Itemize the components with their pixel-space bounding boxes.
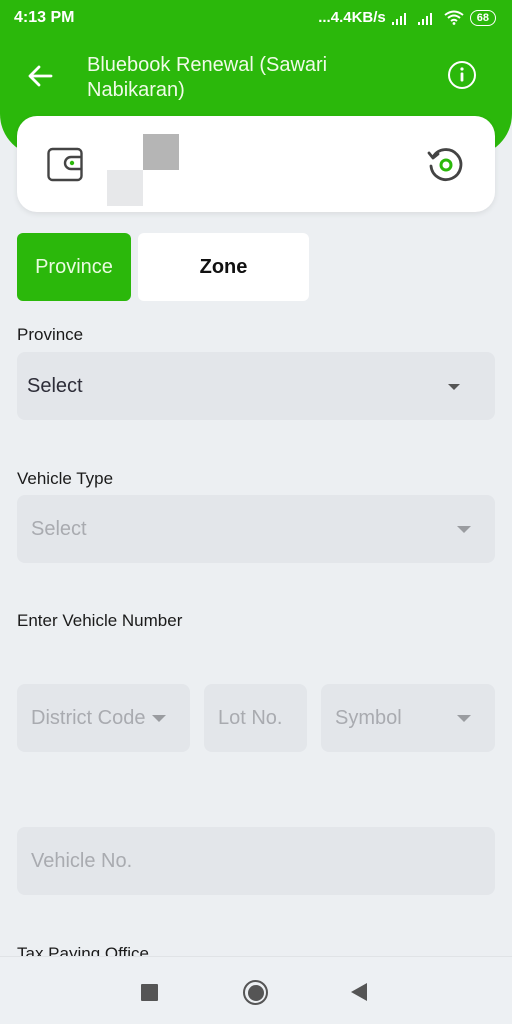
vehicle-type-select[interactable]: Select (17, 495, 495, 563)
signal-icon (391, 12, 406, 25)
vehicle-no-input[interactable]: Vehicle No. (17, 827, 495, 895)
province-label: Province (17, 325, 84, 344)
status-bar: 4:13 PM ...4.4KB/s 68 (0, 0, 512, 36)
status-icons: ...4.4KB/s 68 (318, 9, 496, 26)
district-code-select[interactable]: District Code (17, 684, 190, 752)
mask-block (107, 170, 143, 206)
wifi-icon (444, 10, 464, 25)
back-button[interactable] (22, 58, 58, 94)
chevron-down-icon (457, 715, 471, 722)
system-nav-bar (0, 956, 512, 1024)
vehicle-type-placeholder: Select (31, 517, 87, 540)
province-select[interactable]: Select (17, 352, 495, 420)
vehicle-number-label: Enter Vehicle Number (17, 611, 183, 630)
vehicle-type-label: Vehicle Type (17, 469, 114, 488)
chevron-down-icon (152, 715, 166, 722)
network-speed: ...4.4KB/s (318, 9, 386, 26)
refresh-icon (427, 148, 463, 181)
symbol-select[interactable]: Symbol (321, 684, 495, 752)
symbol-placeholder: Symbol (335, 706, 402, 729)
signal-icon (417, 12, 432, 25)
status-time: 4:13 PM (14, 9, 75, 26)
arrow-left-icon (28, 65, 53, 87)
triangle-back-icon[interactable] (351, 983, 367, 1001)
chevron-down-icon (457, 526, 471, 533)
home-dot (247, 984, 264, 1001)
info-icon (448, 61, 476, 89)
lot-no-input[interactable]: Lot No. (204, 684, 307, 752)
vehicle-no-placeholder: Vehicle No. (31, 849, 133, 872)
lot-no-placeholder: Lot No. (218, 706, 283, 729)
battery-icon: 68 (469, 9, 496, 26)
wallet-icon (47, 147, 83, 182)
page-title: Bluebook Renewal (Sawari Nabikaran) (87, 54, 328, 101)
province-select-value: Select (27, 374, 83, 397)
balance-masked (107, 134, 179, 206)
tax-paying-office-label: Tax Paying Office (17, 944, 149, 956)
info-button[interactable] (447, 60, 477, 90)
tab-province[interactable]: Province (17, 233, 131, 301)
district-code-placeholder: District Code (31, 706, 146, 729)
chevron-down-icon (448, 384, 460, 390)
refresh-balance-button[interactable] (425, 144, 465, 184)
mask-block (143, 134, 179, 170)
wallet-card (17, 116, 495, 212)
square-icon[interactable] (141, 984, 158, 1001)
tab-zone[interactable]: Zone (138, 233, 309, 301)
circle-icon[interactable] (243, 980, 268, 1005)
